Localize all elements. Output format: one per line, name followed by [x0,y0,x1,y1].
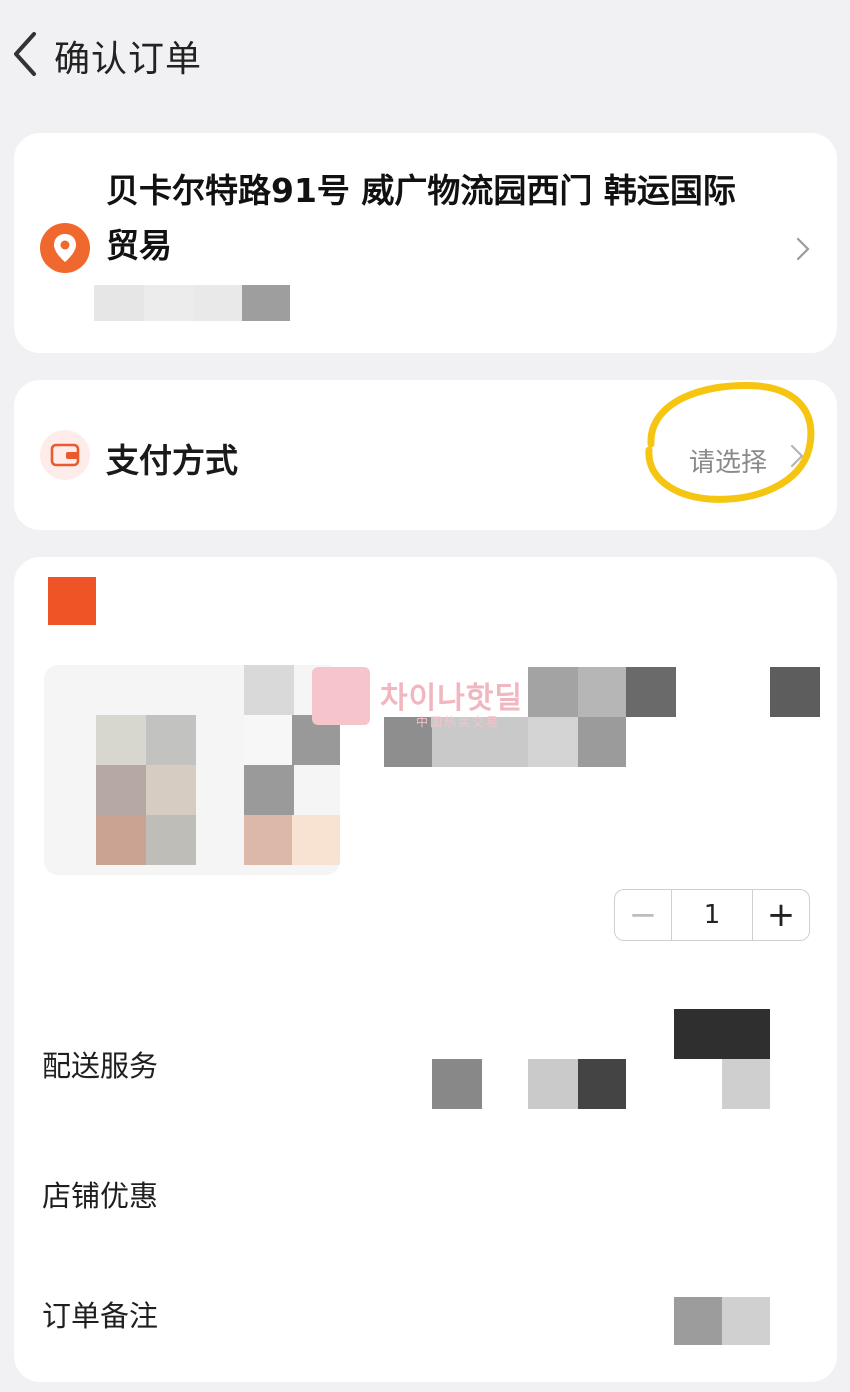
order-note-label: 订单备注 [42,1299,159,1333]
payment-method-label: 支付方式 [106,441,238,480]
watermark-title: 차이나핫딜 [380,681,523,716]
highlight-circle-annotation [645,382,815,503]
recipient-info-redacted [94,285,294,321]
address-card[interactable]: 贝卡尔特路91号 威广物流园西门 韩运国际贸易 [14,133,837,353]
watermark-subtitle: 中国热卖交易 [416,715,501,729]
store-discount-label: 店铺优惠 [42,1179,159,1213]
location-pin-icon [40,223,90,273]
delivery-service-label: 配送服务 [42,1049,159,1083]
chevron-right-icon [796,237,810,261]
decrease-quantity-button[interactable]: − [615,890,671,940]
page-title: 确认订单 [54,39,203,80]
wallet-icon [40,430,90,480]
increase-quantity-button[interactable]: + [753,890,809,940]
goods-card: 차이나핫딜 中国热卖交易 − 1 + 配送服务 店铺优惠 订单备注 [14,557,837,1382]
top-bar: 确认订单 [0,0,850,110]
watermark-logo-icon [312,667,370,725]
address-text: 贝卡尔特路91号 威广物流园西门 韩运国际贸易 [106,171,736,265]
quantity-stepper: − 1 + [614,889,810,941]
back-button[interactable] [6,26,46,82]
quantity-value[interactable]: 1 [671,890,753,940]
payment-method-card[interactable]: 支付方式 请选择 [14,380,837,530]
chevron-left-icon [14,32,36,76]
product-image-redacted [44,665,340,875]
shop-logo [48,577,96,625]
